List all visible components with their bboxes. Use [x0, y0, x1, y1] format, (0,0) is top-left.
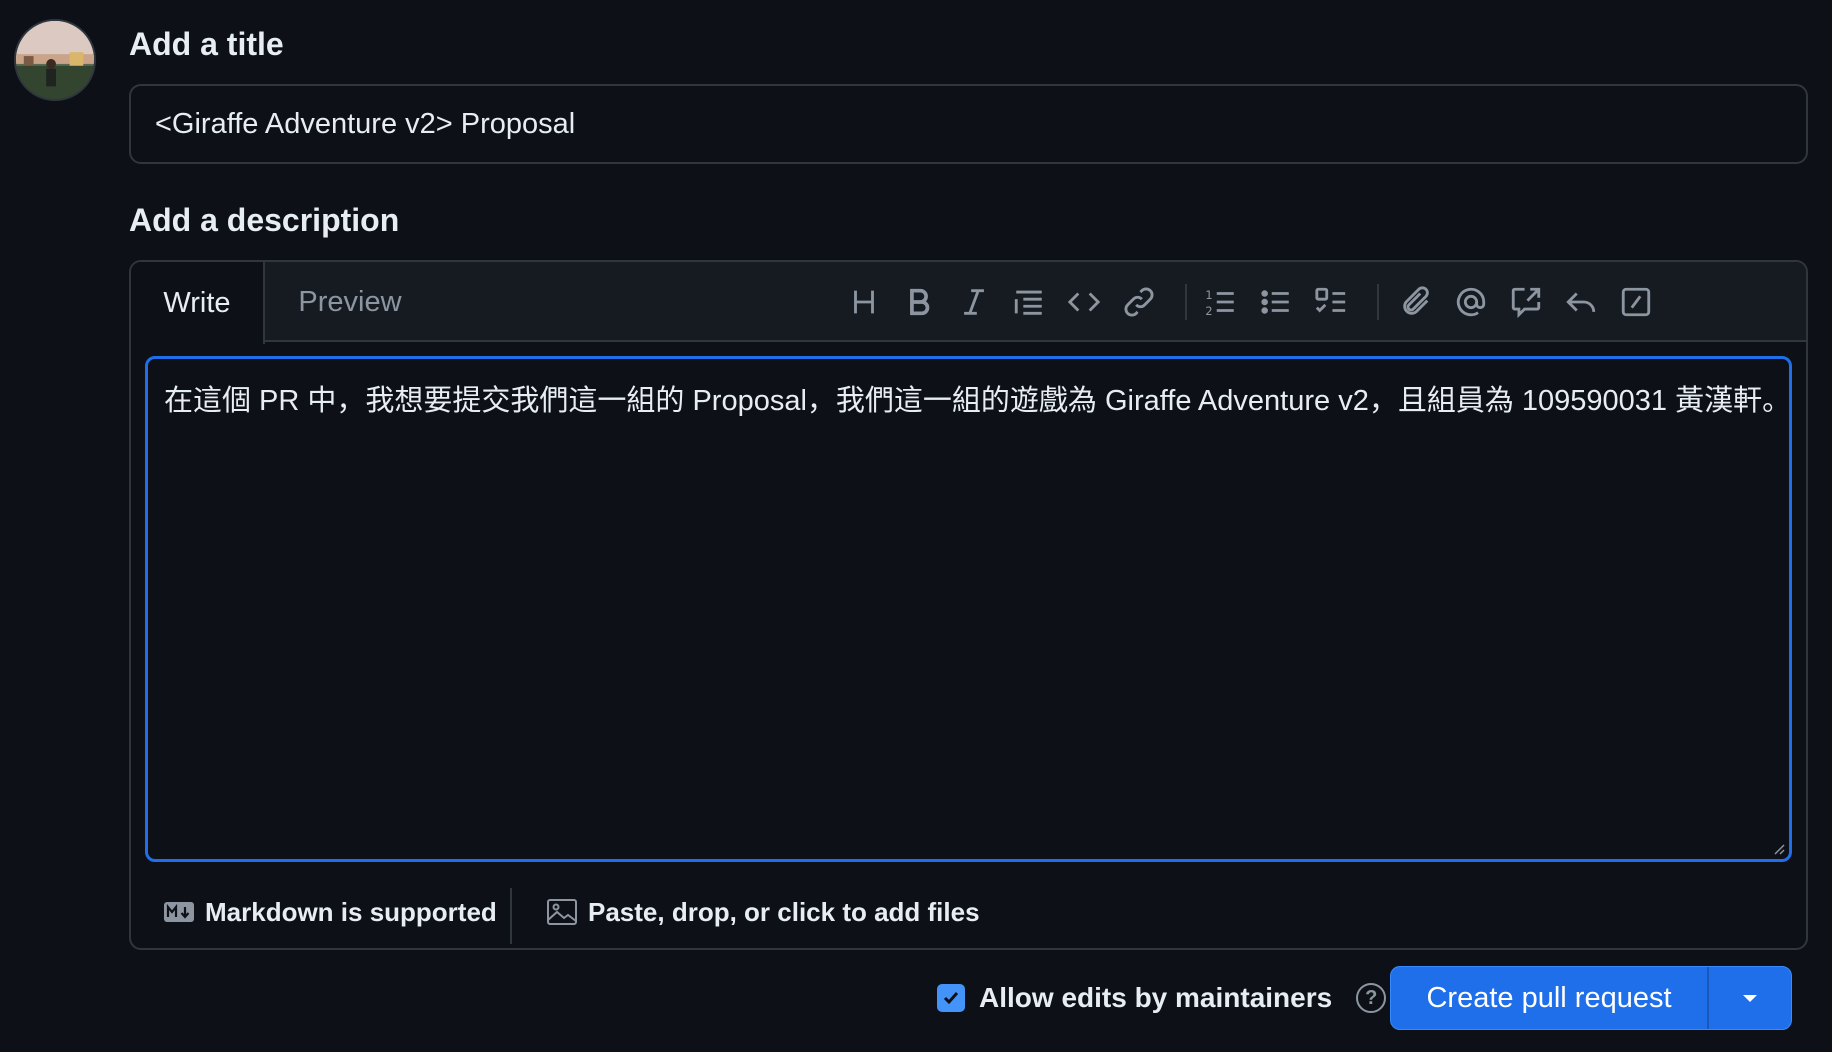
title-input[interactable]	[129, 84, 1808, 164]
description-editor: Write Preview 1 2 在這個 PR 中，我想要提交我們這一組的 P…	[129, 260, 1808, 950]
allow-edits-control: Allow edits by maintainers ?	[937, 966, 1387, 1030]
bold-icon[interactable]	[899, 282, 939, 322]
task-list-icon[interactable]	[1311, 282, 1351, 322]
quote-icon[interactable]	[1009, 282, 1049, 322]
mention-icon[interactable]	[1451, 282, 1491, 322]
unordered-list-icon[interactable]	[1256, 282, 1296, 322]
reply-icon[interactable]	[1561, 282, 1601, 322]
footer-divider	[510, 888, 512, 944]
heading-icon[interactable]	[844, 282, 884, 322]
create-pull-request-button[interactable]: Create pull request	[1391, 967, 1709, 1029]
editor-footer: Markdown is supported Paste, drop, or cl…	[131, 874, 1806, 948]
toolbar-divider	[1377, 284, 1379, 320]
slash-commands-icon[interactable]	[1616, 282, 1656, 322]
markdown-label: Markdown is supported	[205, 896, 497, 927]
pull-request-form: Add a title Add a description Write Prev…	[0, 0, 1832, 1052]
cross-reference-icon[interactable]	[1506, 282, 1546, 322]
tab-preview[interactable]: Preview	[265, 262, 435, 342]
image-icon	[547, 899, 577, 925]
description-text: 在這個 PR 中，我想要提交我們這一組的 Proposal，我們這一組的遊戲為 …	[164, 385, 1792, 417]
user-avatar[interactable]	[14, 19, 96, 101]
attach-icon[interactable]	[1396, 282, 1436, 322]
help-icon[interactable]: ?	[1356, 983, 1387, 1013]
editor-header: Write Preview 1 2	[131, 262, 1806, 344]
code-icon[interactable]	[1064, 282, 1104, 322]
link-icon[interactable]	[1119, 282, 1159, 322]
allow-edits-checkbox[interactable]	[937, 984, 965, 1012]
add-files-label: Paste, drop, or click to add files	[588, 896, 980, 927]
title-heading: Add a title	[129, 26, 284, 62]
ordered-list-icon[interactable]: 12	[1201, 282, 1241, 322]
chevron-down-icon	[1743, 995, 1757, 1002]
italic-icon[interactable]	[954, 282, 994, 322]
checkmark-icon	[943, 992, 959, 1005]
description-heading: Add a description	[129, 202, 400, 238]
allow-edits-label: Allow edits by maintainers	[979, 982, 1333, 1013]
markdown-icon	[164, 902, 194, 922]
create-options-dropdown[interactable]	[1709, 967, 1791, 1029]
toolbar-divider	[1185, 284, 1187, 320]
create-pull-request-button-group: Create pull request	[1390, 966, 1792, 1030]
svg-text:1: 1	[1205, 288, 1212, 302]
markdown-supported-link[interactable]: Markdown is supported	[163, 890, 497, 934]
add-files-button[interactable]: Paste, drop, or click to add files	[546, 890, 980, 934]
tab-write[interactable]: Write	[131, 262, 265, 344]
svg-text:2: 2	[1205, 304, 1212, 318]
description-textarea[interactable]: 在這個 PR 中，我想要提交我們這一組的 Proposal，我們這一組的遊戲為 …	[145, 356, 1792, 862]
avatar-photo	[16, 21, 94, 99]
resize-handle-icon[interactable]	[1771, 841, 1785, 855]
